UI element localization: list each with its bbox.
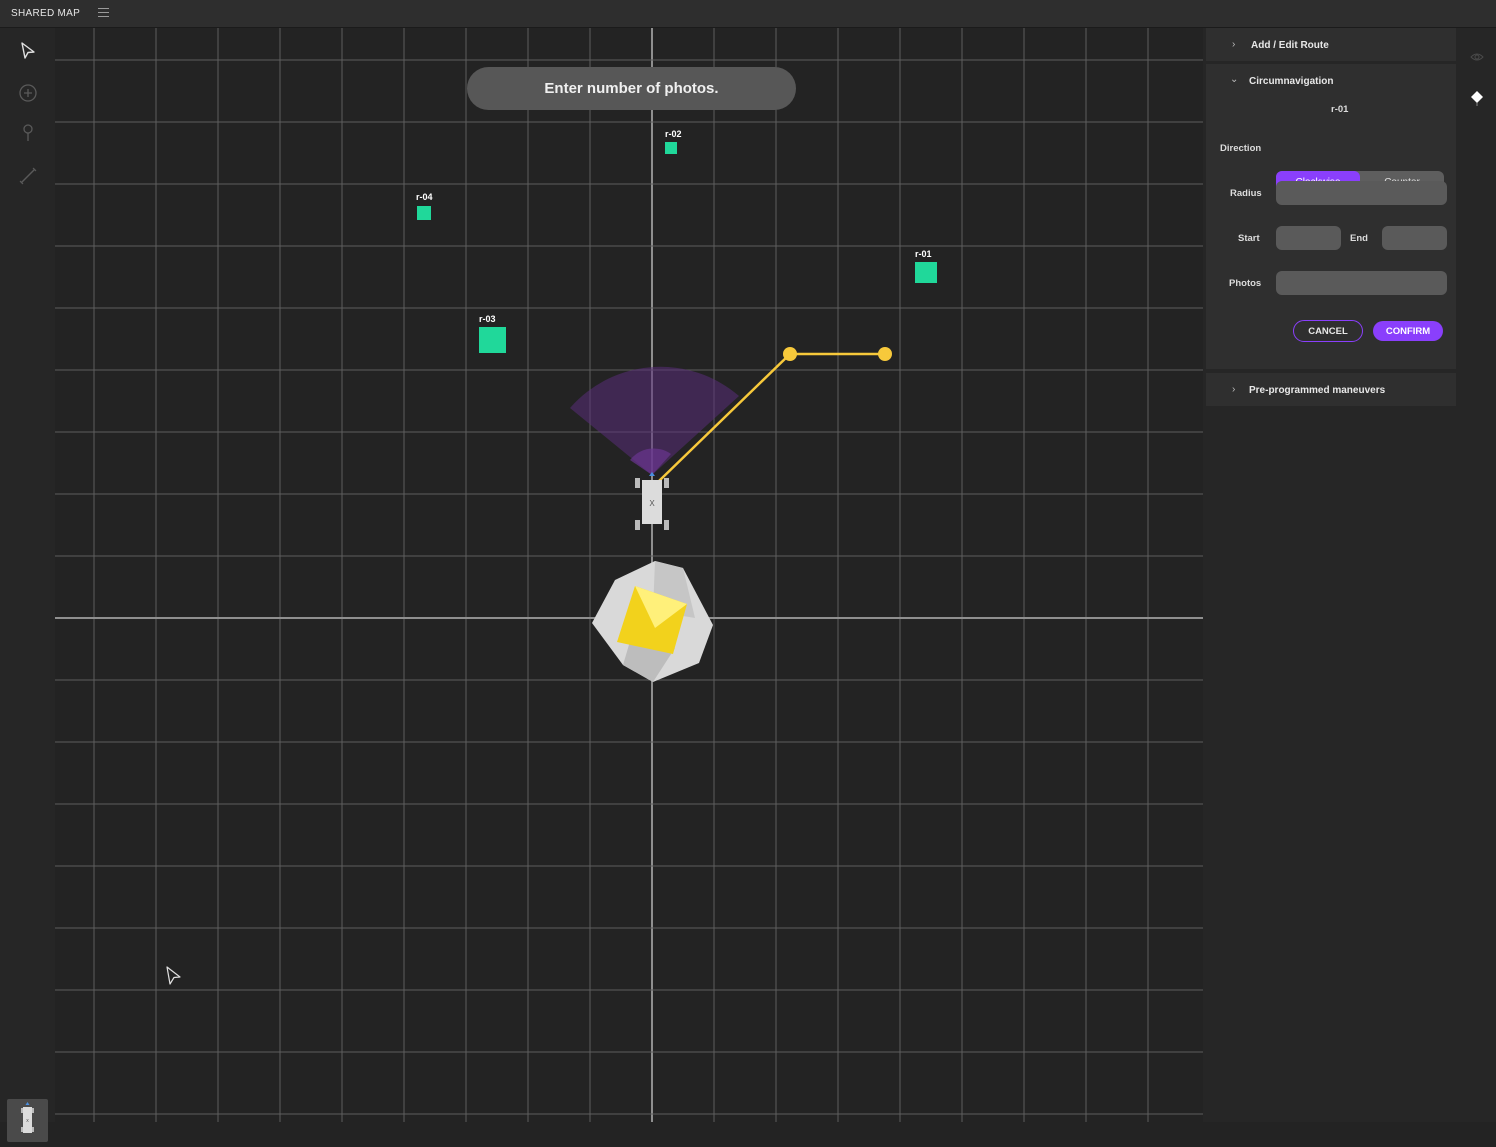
target-label: r-01 [915,249,932,259]
eye-icon[interactable] [1470,52,1484,62]
menu-icon[interactable] [98,8,109,18]
chevron-down-icon[interactable]: ⌄ [1230,74,1238,85]
add-edit-route-section[interactable]: › Add / Edit Route [1206,28,1456,61]
route-panel: › Add / Edit Route ⌄ Circumnavigation r-… [1203,28,1458,1122]
target-label: r-03 [479,314,496,324]
route-waypoint[interactable] [783,347,797,361]
confirm-button[interactable]: CONFIRM [1373,321,1443,341]
photos-label: Photos [1229,278,1262,289]
route-waypoint[interactable] [878,347,892,361]
preprogrammed-section[interactable]: › Pre-programmed maneuvers [1206,373,1456,406]
direction-label: Direction [1220,143,1262,154]
start-input[interactable] [1276,226,1341,250]
svg-text:X: X [649,499,655,508]
diamond-icon[interactable] [1470,90,1484,106]
target-label: r-02 [665,129,682,139]
selected-target: r-01 [1331,104,1349,115]
line-icon[interactable] [14,162,42,190]
right-strip [1458,28,1496,1122]
circumnavigation-header[interactable]: Circumnavigation [1249,76,1333,87]
map-grid: X [55,28,1203,1122]
cancel-button[interactable]: CANCEL [1293,320,1363,342]
left-toolbar: x [0,28,55,1142]
start-label: Start [1238,233,1260,244]
circumnavigation-section: ⌄ Circumnavigation r-01 Direction Clockw… [1206,64,1456,369]
target-marker-r-03[interactable] [479,327,506,353]
radius-label: Radius [1230,188,1262,199]
end-label: End [1350,233,1368,244]
chevron-right-icon: › [1232,384,1236,395]
end-input[interactable] [1382,226,1447,250]
photos-input[interactable] [1276,271,1447,295]
add-circle-icon[interactable] [14,79,42,107]
target-marker-r-01[interactable] [915,262,937,283]
pin-icon[interactable] [14,119,42,147]
target-label: r-04 [416,192,433,202]
pointer-icon[interactable] [14,37,42,65]
vehicle-thumbnail[interactable]: x [7,1099,48,1142]
target-marker-r-02[interactable] [665,142,677,154]
target-marker-r-04[interactable] [417,206,431,220]
home-beacon-icon[interactable] [592,561,713,682]
vehicle-icon: x [21,1102,34,1133]
top-bar: SHARED MAP [0,0,1496,28]
chevron-right-icon: › [1232,39,1236,50]
vehicle-marker[interactable]: X [635,472,669,530]
add-edit-route-header[interactable]: Add / Edit Route [1251,40,1329,51]
instruction-toast: Enter number of photos. [467,67,796,110]
map-canvas[interactable]: X Enter number of photos. r-02 r-04 r-01… [55,28,1203,1122]
mouse-cursor-icon [166,966,181,985]
preprogrammed-header[interactable]: Pre-programmed maneuvers [1249,385,1385,396]
app-title: SHARED MAP [11,8,81,19]
radius-input[interactable] [1276,181,1447,205]
